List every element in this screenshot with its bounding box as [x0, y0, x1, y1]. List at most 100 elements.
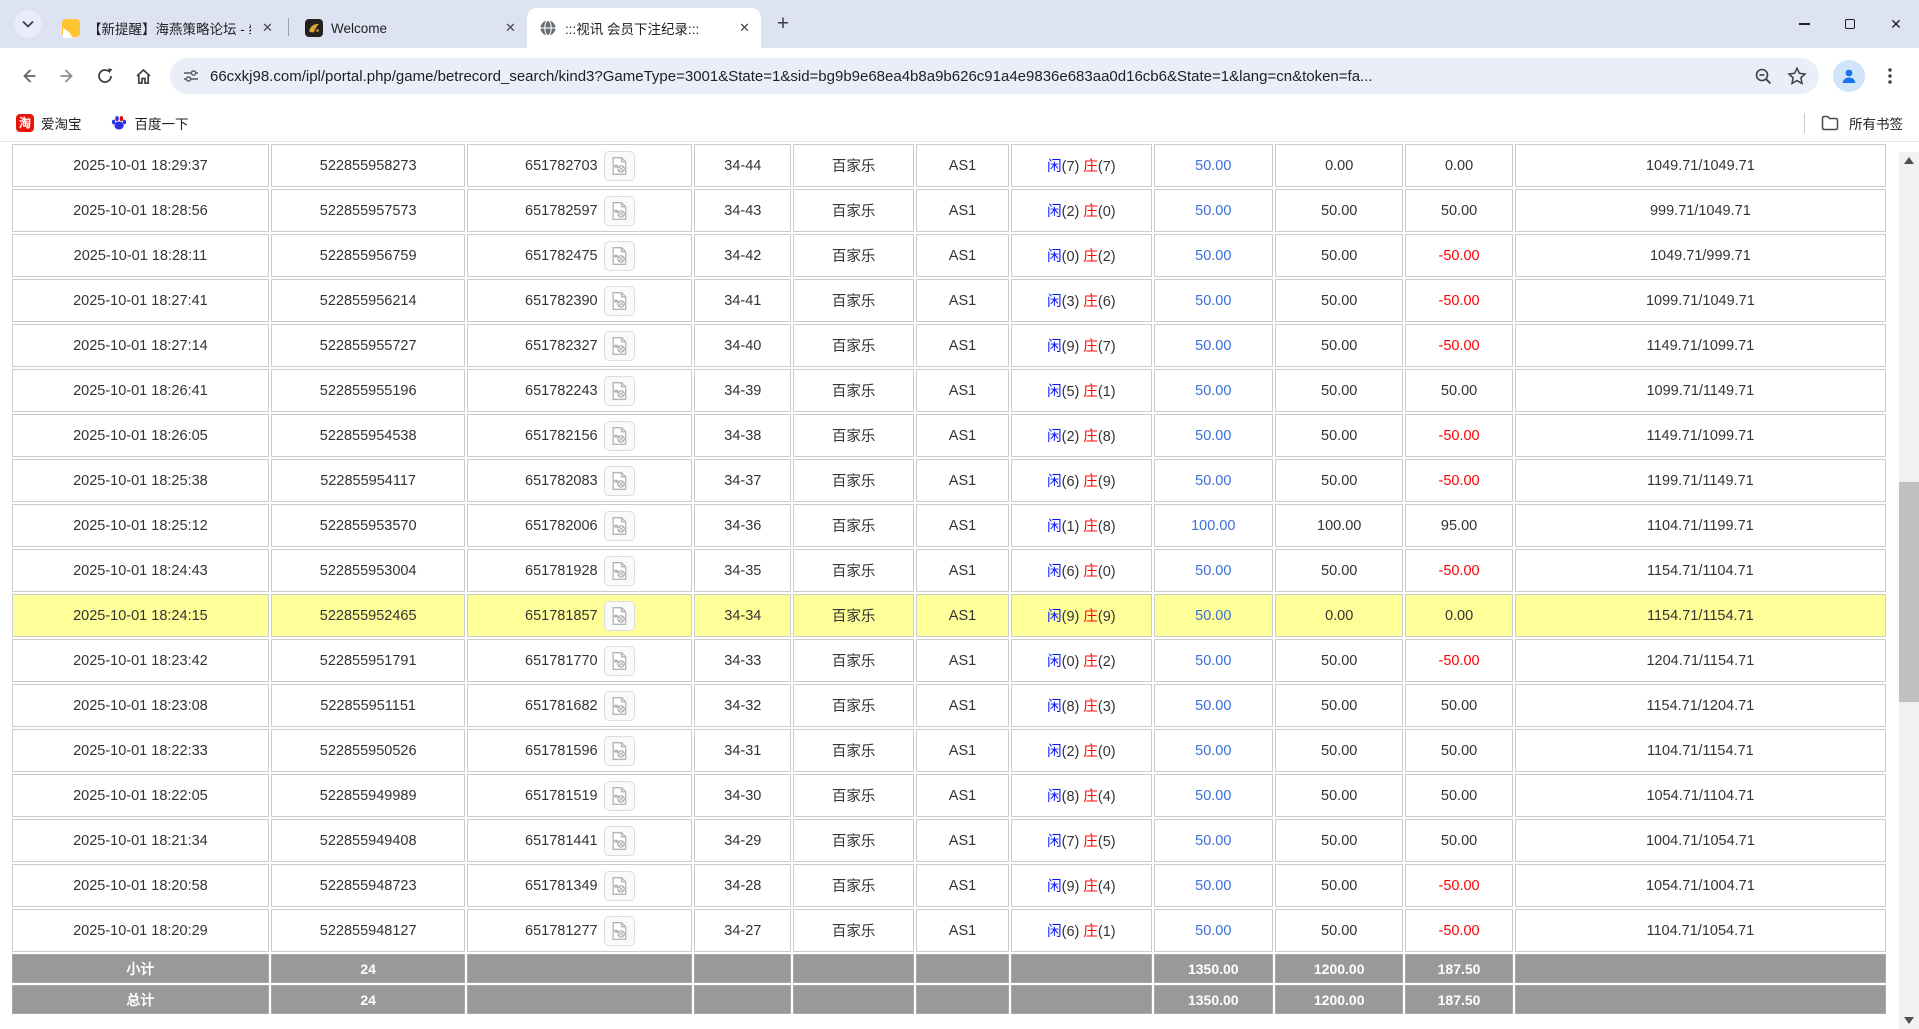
cell-bet-amount[interactable]: 50.00: [1153, 189, 1273, 232]
cell-game-id: 651781596: [467, 729, 693, 772]
maximize-button[interactable]: [1827, 0, 1873, 48]
cell-bet-amount[interactable]: 50.00: [1153, 819, 1273, 862]
tab-bet-records-active[interactable]: :::视讯 会员下注纪录::: ✕: [527, 8, 761, 48]
close-window-button[interactable]: ✕: [1873, 0, 1919, 48]
video-record-button[interactable]: [603, 600, 635, 631]
profile-avatar[interactable]: [1833, 60, 1865, 92]
address-bar[interactable]: 66cxkj98.com/ipl/portal.php/game/betreco…: [170, 58, 1819, 94]
cell-bet-amount[interactable]: 50.00: [1153, 459, 1273, 502]
cell-bet-amount[interactable]: 50.00: [1153, 234, 1273, 277]
cell-valid-amount: 50.00: [1274, 459, 1404, 502]
video-record-button[interactable]: [603, 465, 635, 496]
cell-bet-amount[interactable]: 50.00: [1153, 909, 1273, 952]
video-record-button[interactable]: [603, 825, 635, 856]
minimize-button[interactable]: [1781, 0, 1827, 48]
table-row[interactable]: 2025-10-01 18:28:56 522855957573 6517825…: [12, 189, 1886, 232]
table-row[interactable]: 2025-10-01 18:25:12 522855953570 6517820…: [12, 504, 1886, 547]
tab-forum[interactable]: 【新提醒】海燕策略论坛 - 综合 ✕: [50, 8, 284, 48]
cell-table-code: AS1: [915, 234, 1010, 277]
cell-bet-detail: 闲(9) 庄(4): [1011, 864, 1152, 907]
table-row[interactable]: 2025-10-01 18:27:41 522855956214 6517823…: [12, 279, 1886, 322]
tab-close-icon[interactable]: ✕: [502, 20, 519, 37]
browser-menu-button[interactable]: [1871, 57, 1909, 95]
table-row[interactable]: 2025-10-01 18:26:05 522855954538 6517821…: [12, 414, 1886, 457]
cell-bet-amount[interactable]: 50.00: [1153, 639, 1273, 682]
video-record-button[interactable]: [603, 285, 635, 316]
scroll-down-button[interactable]: [1899, 1012, 1919, 1029]
table-row[interactable]: 2025-10-01 18:27:14 522855955727 6517823…: [12, 324, 1886, 367]
cell-bet-amount[interactable]: 50.00: [1153, 414, 1273, 457]
video-record-button[interactable]: [603, 240, 635, 271]
cell-game-type: 百家乐: [793, 504, 914, 547]
bookmark-baidu[interactable]: 百度一下: [110, 113, 189, 133]
table-row[interactable]: 2025-10-01 18:22:05 522855949989 6517815…: [12, 774, 1886, 817]
cell-bet-amount[interactable]: 50.00: [1153, 864, 1273, 907]
table-row[interactable]: 2025-10-01 18:29:37 522855958273 6517827…: [12, 144, 1886, 187]
table-row[interactable]: 2025-10-01 18:26:41 522855955196 6517822…: [12, 369, 1886, 412]
tab-divider: [288, 18, 289, 36]
reload-button[interactable]: [86, 57, 124, 95]
site-settings-icon[interactable]: [182, 67, 200, 85]
video-record-button[interactable]: [603, 645, 635, 676]
video-record-button[interactable]: [603, 195, 635, 226]
cell-bet-time: 2025-10-01 18:29:37: [12, 144, 269, 187]
table-row[interactable]: 2025-10-01 18:23:42 522855951791 6517817…: [12, 639, 1886, 682]
video-record-button[interactable]: [603, 735, 635, 766]
banker-bet-label: 庄: [1083, 834, 1098, 850]
cell-bet-amount[interactable]: 50.00: [1153, 369, 1273, 412]
cell-win-loss: 0.00: [1405, 594, 1513, 637]
tab-close-icon[interactable]: ✕: [736, 20, 753, 37]
table-row[interactable]: 2025-10-01 18:24:43 522855953004 6517819…: [12, 549, 1886, 592]
cell-bet-amount[interactable]: 50.00: [1153, 144, 1273, 187]
new-tab-button[interactable]: +: [769, 10, 797, 38]
table-row[interactable]: 2025-10-01 18:20:58 522855948723 6517813…: [12, 864, 1886, 907]
cell-bet-amount[interactable]: 100.00: [1153, 504, 1273, 547]
banker-bet-label: 庄: [1083, 564, 1098, 580]
video-record-button[interactable]: [603, 870, 635, 901]
video-record-button[interactable]: [603, 555, 635, 586]
cell-bet-amount[interactable]: 50.00: [1153, 324, 1273, 367]
table-row[interactable]: 2025-10-01 18:20:29 522855948127 6517812…: [12, 909, 1886, 952]
home-button[interactable]: [124, 57, 162, 95]
table-row[interactable]: 2025-10-01 18:21:34 522855949408 6517814…: [12, 819, 1886, 862]
cell-round: 34-30: [694, 774, 792, 817]
video-record-button[interactable]: [603, 915, 635, 946]
table-row[interactable]: 2025-10-01 18:25:38 522855954117 6517820…: [12, 459, 1886, 502]
video-record-button[interactable]: [603, 420, 635, 451]
video-record-button[interactable]: [603, 330, 635, 361]
zoom-indicator-icon[interactable]: [1754, 67, 1773, 86]
table-row[interactable]: 2025-10-01 18:22:33 522855950526 6517815…: [12, 729, 1886, 772]
cell-bet-amount[interactable]: 50.00: [1153, 774, 1273, 817]
scrollbar-thumb[interactable]: [1899, 482, 1919, 702]
forward-button[interactable]: [48, 57, 86, 95]
cell-bet-amount[interactable]: 50.00: [1153, 684, 1273, 727]
player-bet-label: 闲: [1047, 429, 1062, 445]
game-id-text: 651782703: [525, 157, 598, 174]
tab-close-icon[interactable]: ✕: [259, 20, 276, 37]
all-bookmarks-button[interactable]: 所有书签: [1849, 113, 1903, 133]
cell-bet-amount[interactable]: 50.00: [1153, 549, 1273, 592]
video-record-button[interactable]: [603, 780, 635, 811]
cell-bet-id: 522855949408: [270, 819, 466, 862]
tab-welcome[interactable]: Welcome ✕: [293, 8, 527, 48]
cell-bet-amount[interactable]: 50.00: [1153, 729, 1273, 772]
game-id-text: 651782597: [525, 202, 598, 219]
bookmark-taobao[interactable]: 淘 爱淘宝: [16, 113, 82, 133]
video-record-button[interactable]: [603, 375, 635, 406]
back-button[interactable]: [10, 57, 48, 95]
subtotal-amount: 1350.00: [1153, 954, 1273, 983]
scroll-up-button[interactable]: [1899, 152, 1919, 169]
cell-bet-amount[interactable]: 50.00: [1153, 279, 1273, 322]
video-record-button[interactable]: [603, 690, 635, 721]
game-id-text: 651781277: [525, 922, 598, 939]
table-row[interactable]: 2025-10-01 18:28:11 522855956759 6517824…: [12, 234, 1886, 277]
video-record-button[interactable]: [603, 150, 635, 181]
page-scrollbar[interactable]: [1899, 152, 1919, 1029]
cell-round: 34-32: [694, 684, 792, 727]
table-row[interactable]: 2025-10-01 18:23:08 522855951151 6517816…: [12, 684, 1886, 727]
bookmark-star-icon[interactable]: [1787, 66, 1807, 86]
video-record-button[interactable]: [603, 510, 635, 541]
cell-bet-amount[interactable]: 50.00: [1153, 594, 1273, 637]
table-row[interactable]: 2025-10-01 18:24:15 522855952465 6517818…: [12, 594, 1886, 637]
tab-search-button[interactable]: [14, 10, 42, 38]
